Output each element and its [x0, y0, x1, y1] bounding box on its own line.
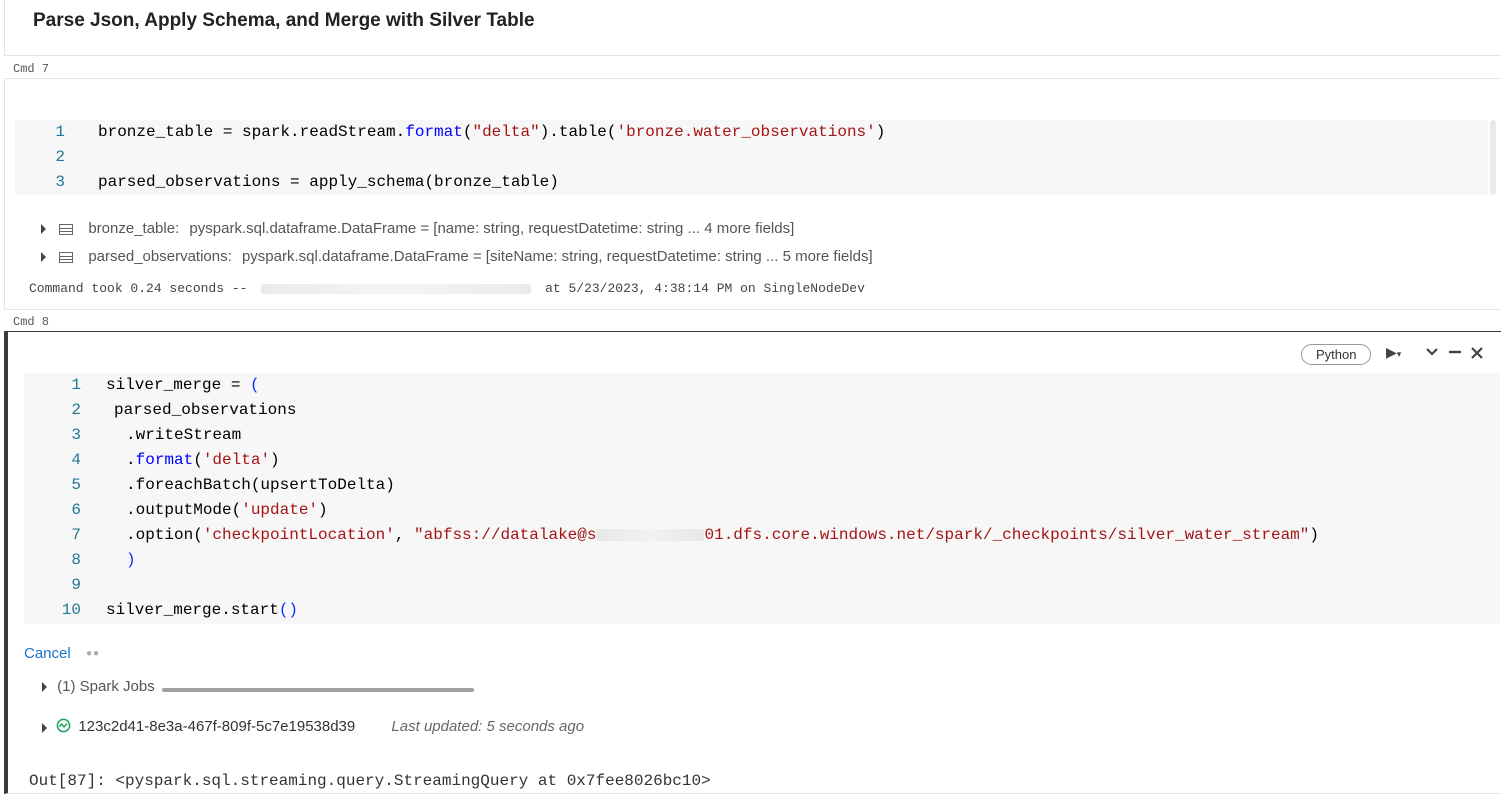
- code-token: .writeStream: [126, 426, 242, 444]
- caret-right-icon[interactable]: [42, 722, 47, 733]
- line-number: 4: [71, 451, 81, 469]
- line-number: 8: [71, 551, 81, 569]
- code-token: 'checkpointLocation': [202, 526, 395, 544]
- caret-right-icon[interactable]: [42, 682, 47, 693]
- line-number: 2: [55, 148, 65, 166]
- code-token: ): [1309, 526, 1319, 544]
- cmd7-cell[interactable]: 1 bronze_table = spark.readStream.format(…: [4, 78, 1501, 310]
- caret-right-icon[interactable]: [41, 224, 46, 235]
- code-token: 'update': [241, 501, 319, 519]
- code-text: .foreachBatch(upsertToDelta): [126, 473, 395, 498]
- language-selector[interactable]: Python: [1301, 344, 1372, 365]
- code-token: .outputMode(: [126, 501, 242, 519]
- output-var-name: parsed_observations:: [88, 248, 232, 265]
- stream-query-row[interactable]: 123c2d41-8e3a-467f-809f-5c7e19538d39 Las…: [42, 718, 584, 737]
- cmd8-cell[interactable]: Python ▶▾ 1 silver_merge = (2 parsed_obser…: [4, 331, 1501, 794]
- code-token: silver_merge.start: [106, 601, 279, 619]
- code-token: ): [318, 501, 328, 519]
- code-text: .format('delta'): [126, 448, 280, 473]
- code-text: .option('checkpointLocation', "abfss://d…: [126, 523, 1319, 548]
- out-result: Out[87]: <pyspark.sql.streaming.query.St…: [29, 772, 711, 790]
- code-text: .outputMode('update'): [126, 498, 328, 523]
- caret-right-icon[interactable]: [41, 252, 46, 263]
- redacted-text: [596, 528, 705, 541]
- code-token: "abfss://datalake@s: [414, 526, 597, 544]
- cmd8-label: Cmd 8: [13, 315, 50, 329]
- close-icon[interactable]: [1471, 346, 1483, 362]
- code-token: ).table(: [539, 123, 617, 141]
- cmd7-label: Cmd 7: [13, 62, 50, 76]
- code-token: format: [135, 451, 194, 469]
- code-text: parsed_observations = apply_schema(bronz…: [98, 170, 559, 195]
- line-number: 3: [55, 173, 65, 191]
- cmd7-scrollbar[interactable]: [1490, 120, 1496, 195]
- code-text: bronze_table = spark.readStream.format("…: [98, 120, 885, 145]
- table-icon: [59, 223, 74, 235]
- code-token: ): [270, 451, 280, 469]
- code-token: silver_merge =: [106, 376, 251, 394]
- code-token: format: [405, 123, 463, 141]
- cmd7-editor[interactable]: 1 bronze_table = spark.readStream.format(…: [15, 120, 1488, 195]
- output-var-type: pyspark.sql.dataframe.DataFrame = [name:…: [189, 220, 795, 237]
- code-token: .foreachBatch(upsertToDelta): [126, 476, 395, 494]
- command-took-suffix: at 5/23/2023, 4:38:14 PM on SingleNodeDe…: [545, 281, 865, 296]
- run-icon[interactable]: ▶▾: [1386, 344, 1401, 361]
- command-took-prefix: Command took 0.24 seconds --: [29, 281, 248, 296]
- chevron-down-icon[interactable]: [1425, 345, 1439, 362]
- code-token: parsed_observations = apply_schema(bronz…: [98, 173, 559, 191]
- table-icon: [59, 251, 74, 263]
- last-updated: Last updated: 5 seconds ago: [391, 718, 585, 736]
- code-text: .writeStream: [126, 423, 241, 448]
- line-number: 3: [71, 426, 81, 444]
- line-number: 6: [71, 501, 81, 519]
- code-token: (: [250, 376, 260, 394]
- output-bronze-table[interactable]: bronze_table: pyspark.sql.dataframe.Data…: [41, 220, 794, 237]
- line-number: 2: [71, 401, 81, 419]
- code-text: silver_merge.start(): [106, 598, 298, 623]
- code-token: (): [278, 601, 299, 619]
- code-token: 'bronze.water_observations': [616, 123, 876, 141]
- stream-status-icon: [56, 718, 71, 737]
- code-token: .: [126, 451, 136, 469]
- code-token: 'delta': [202, 451, 271, 469]
- output-var-name: bronze_table:: [88, 220, 180, 237]
- line-number: 7: [71, 526, 81, 544]
- spark-jobs-progress-bar: [162, 688, 474, 692]
- markdown-cell[interactable]: Parse Json, Apply Schema, and Merge with…: [4, 0, 1501, 56]
- code-token: bronze_table = spark.readStream.: [98, 123, 406, 141]
- stream-id: 123c2d41-8e3a-467f-809f-5c7e19538d39: [78, 718, 356, 736]
- line-number: 1: [71, 376, 81, 394]
- output-parsed-observations[interactable]: parsed_observations: pyspark.sql.datafra…: [41, 248, 873, 265]
- redacted-user: [261, 283, 532, 294]
- code-token: parsed_observations: [114, 401, 297, 419]
- code-token: ,: [394, 526, 415, 544]
- line-number: 1: [55, 123, 65, 141]
- minimize-icon[interactable]: [1448, 345, 1462, 362]
- markdown-title: Parse Json, Apply Schema, and Merge with…: [33, 10, 535, 31]
- line-number: 9: [71, 576, 81, 594]
- code-token: "delta": [472, 123, 540, 141]
- code-token: ): [126, 551, 136, 569]
- command-took-status: Command took 0.24 seconds -- at 5/23/202…: [29, 281, 865, 296]
- cancel-link[interactable]: Cancel: [24, 645, 71, 662]
- code-text: ): [126, 548, 136, 573]
- code-token: ): [875, 123, 886, 141]
- code-token: (: [193, 451, 203, 469]
- line-number: 10: [61, 601, 81, 619]
- line-number: 5: [71, 476, 81, 494]
- running-spinner-icon: ●●: [86, 648, 101, 659]
- spark-jobs-toggle[interactable]: (1) Spark Jobs: [42, 678, 155, 695]
- cmd8-editor[interactable]: 1 silver_merge = (2 parsed_observations 3 .w…: [24, 373, 1500, 624]
- code-token: 01.dfs.core.windows.net/spark/_checkpoin…: [704, 526, 1310, 544]
- output-var-type: pyspark.sql.dataframe.DataFrame = [siteN…: [241, 248, 873, 265]
- code-token: .option(: [126, 526, 203, 544]
- code-text: parsed_observations: [114, 398, 296, 423]
- code-text: silver_merge = (: [106, 373, 260, 398]
- spark-jobs-label: (1) Spark Jobs: [57, 678, 155, 695]
